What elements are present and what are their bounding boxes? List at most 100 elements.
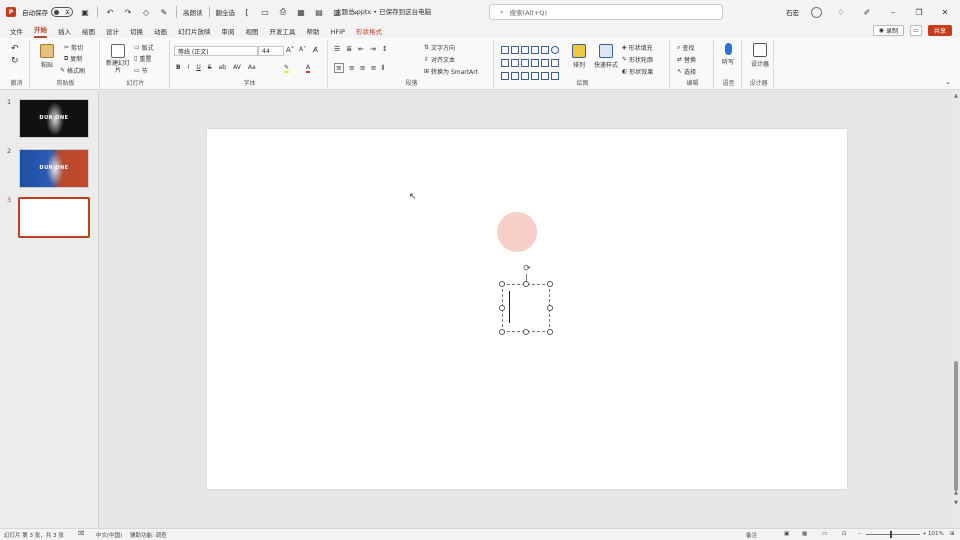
table-icon[interactable]: ▦ (295, 6, 307, 18)
tab-0[interactable]: 文件 (10, 26, 23, 38)
text-box[interactable]: ⟳ (499, 264, 553, 335)
zoom-out-icon[interactable]: – (858, 531, 861, 537)
tab-10[interactable]: 开发工具 (270, 26, 296, 38)
accessibility-indicator[interactable]: 辅助功能: 调查 (130, 531, 167, 539)
resize-handle[interactable] (547, 329, 553, 335)
user-name[interactable]: 石宏 (786, 7, 799, 17)
current-slide[interactable]: ↖ ⟳ (207, 129, 847, 489)
font-format-button-1[interactable]: I (188, 64, 190, 71)
scroll-up-icon[interactable]: ▲ (952, 490, 960, 496)
reset-button[interactable]: ▯ 重置 (134, 54, 151, 63)
paste-button[interactable]: 粘贴 (40, 44, 54, 69)
tab-13[interactable]: 形状格式 (356, 26, 382, 38)
scrollbar-thumb[interactable] (954, 361, 958, 491)
quick-styles-button[interactable]: 快速样式 (594, 44, 618, 69)
shape-effects-button[interactable]: ◐ 形状效果 (622, 67, 653, 76)
grow-font-icon[interactable]: A˄ (286, 46, 294, 54)
minimize-icon[interactable]: – (886, 8, 900, 17)
shape-fill-button[interactable]: ◈ 形状填充 (622, 43, 653, 52)
highlight-icon[interactable]: ✎ (284, 64, 290, 73)
columns-icon[interactable]: ⫴ (382, 64, 385, 73)
slide-thumbnail-2[interactable]: DUR ONE (19, 149, 89, 188)
numbering-icon[interactable]: ≣ (346, 45, 352, 53)
find-button[interactable]: ⌕ 查找 (677, 43, 694, 53)
bracket-icon[interactable]: [ (241, 6, 253, 18)
save-icon[interactable]: ▣ (79, 6, 91, 18)
cut-button[interactable]: ✂ 剪切 (64, 43, 83, 52)
resize-handle[interactable] (547, 281, 553, 287)
clear-format-icon[interactable]: A̸ (313, 46, 318, 54)
record-button[interactable]: ◉ 录制 (872, 25, 904, 36)
copy-button[interactable]: ⧉ 复制 (64, 54, 82, 64)
font-color-icon[interactable]: A (306, 64, 311, 73)
document-title[interactable]: 主题总.pptx • 已保存到这台电脑 (335, 6, 431, 16)
vertical-scrollbar[interactable]: ▲ ▲ ▼ (952, 91, 960, 528)
shape-outline-button[interactable]: ✎ 形状轮廓 (622, 55, 653, 64)
grid-icon[interactable]: ▤ (313, 6, 325, 18)
font-format-button-4[interactable]: ab (219, 64, 227, 71)
close-icon[interactable]: ✕ (938, 8, 952, 17)
undo-icon[interactable]: ↶ (104, 6, 116, 18)
align-left-icon[interactable]: ≡ (334, 63, 344, 73)
format-painter-button[interactable]: ✎ 格式刷 (60, 66, 85, 75)
font-format-button-2[interactable]: U (196, 64, 200, 71)
tab-1[interactable]: 开始 (34, 24, 47, 38)
arrange-button[interactable]: 排列 (572, 44, 586, 69)
fit-slide-icon[interactable]: ⊞ (950, 531, 955, 537)
tab-11[interactable]: 帮助 (307, 26, 320, 38)
decrease-indent-icon[interactable]: ⇤ (358, 45, 364, 53)
resize-handle[interactable] (499, 305, 505, 311)
scroll-down-icon[interactable]: ▼ (952, 500, 960, 506)
pen-icon[interactable]: ✐ (860, 8, 874, 17)
normal-view-icon[interactable]: ▣ (784, 531, 789, 537)
tab-8[interactable]: 审阅 (222, 26, 235, 38)
zoom-level[interactable]: 101% (928, 531, 944, 537)
smartart-button[interactable]: ⊞ 转换为 SmartArt (424, 67, 478, 76)
collapse-ribbon-icon[interactable]: ⌄ (945, 78, 951, 86)
scroll-up-icon[interactable]: ▲ (952, 93, 960, 99)
zoom-in-icon[interactable]: + (922, 531, 927, 537)
read-aloud-button[interactable]: 高朗读 (183, 7, 203, 17)
undo-icon[interactable]: ↶ (11, 44, 19, 54)
new-slide-button[interactable]: 新建幻灯片 (106, 44, 130, 74)
resize-handle[interactable] (523, 281, 529, 287)
layout-icon[interactable]: ▭ (259, 6, 271, 18)
redo-icon[interactable]: ↷ (122, 6, 134, 18)
text-direction-button[interactable]: ⇅ 文字方向 (424, 43, 455, 52)
font-format-button-6[interactable]: Aa (248, 64, 256, 71)
autosave-toggle[interactable]: 关 (51, 7, 73, 17)
section-button[interactable]: ▭ 节 (134, 66, 148, 75)
font-name-select[interactable]: 等线 (正文) (174, 46, 258, 56)
replace-button[interactable]: ⇄ 替换 (677, 55, 696, 64)
language-indicator[interactable]: 中文(中国) (96, 531, 122, 539)
justify-icon[interactable]: ≡ (371, 64, 377, 72)
font-format-button-3[interactable]: S (208, 64, 212, 71)
line-spacing-icon[interactable]: ↕ (382, 45, 388, 53)
designer-button[interactable]: 设计器 (751, 43, 769, 68)
print-icon[interactable]: ⎙ (277, 6, 289, 18)
format-painter-icon[interactable]: ✎ (158, 6, 170, 18)
shrink-font-icon[interactable]: A˅ (299, 46, 306, 53)
reading-view-icon[interactable]: ▭ (822, 531, 827, 537)
tab-3[interactable]: 绘图 (82, 26, 95, 38)
tab-5[interactable]: 切换 (130, 26, 143, 38)
resize-handle[interactable] (523, 329, 529, 335)
restore-icon[interactable]: ❐ (912, 8, 926, 17)
resize-handle[interactable] (499, 281, 505, 287)
shape-icon[interactable]: ◇ (140, 6, 152, 18)
slide-sorter-icon[interactable]: ▦ (802, 531, 807, 537)
avatar[interactable] (811, 6, 822, 18)
dictate-button[interactable]: 听写 (722, 43, 734, 66)
zoom-slider[interactable] (866, 534, 920, 535)
share-button[interactable]: 共享 (927, 25, 952, 36)
tab-2[interactable]: 插入 (58, 26, 71, 38)
increase-indent-icon[interactable]: ⇥ (370, 45, 376, 53)
bullets-icon[interactable]: ☰ (334, 45, 340, 53)
tab-6[interactable]: 动画 (154, 26, 167, 38)
slideshow-icon[interactable]: ⊡ (842, 531, 847, 537)
slide-thumbnail-1[interactable]: DUR ONE (19, 99, 89, 138)
redo-icon[interactable]: ↻ (11, 56, 19, 66)
align-center-icon[interactable]: ≡ (349, 64, 355, 72)
rotate-handle-icon[interactable]: ⟳ (522, 264, 532, 274)
notes-button[interactable]: 备注 (746, 531, 757, 539)
